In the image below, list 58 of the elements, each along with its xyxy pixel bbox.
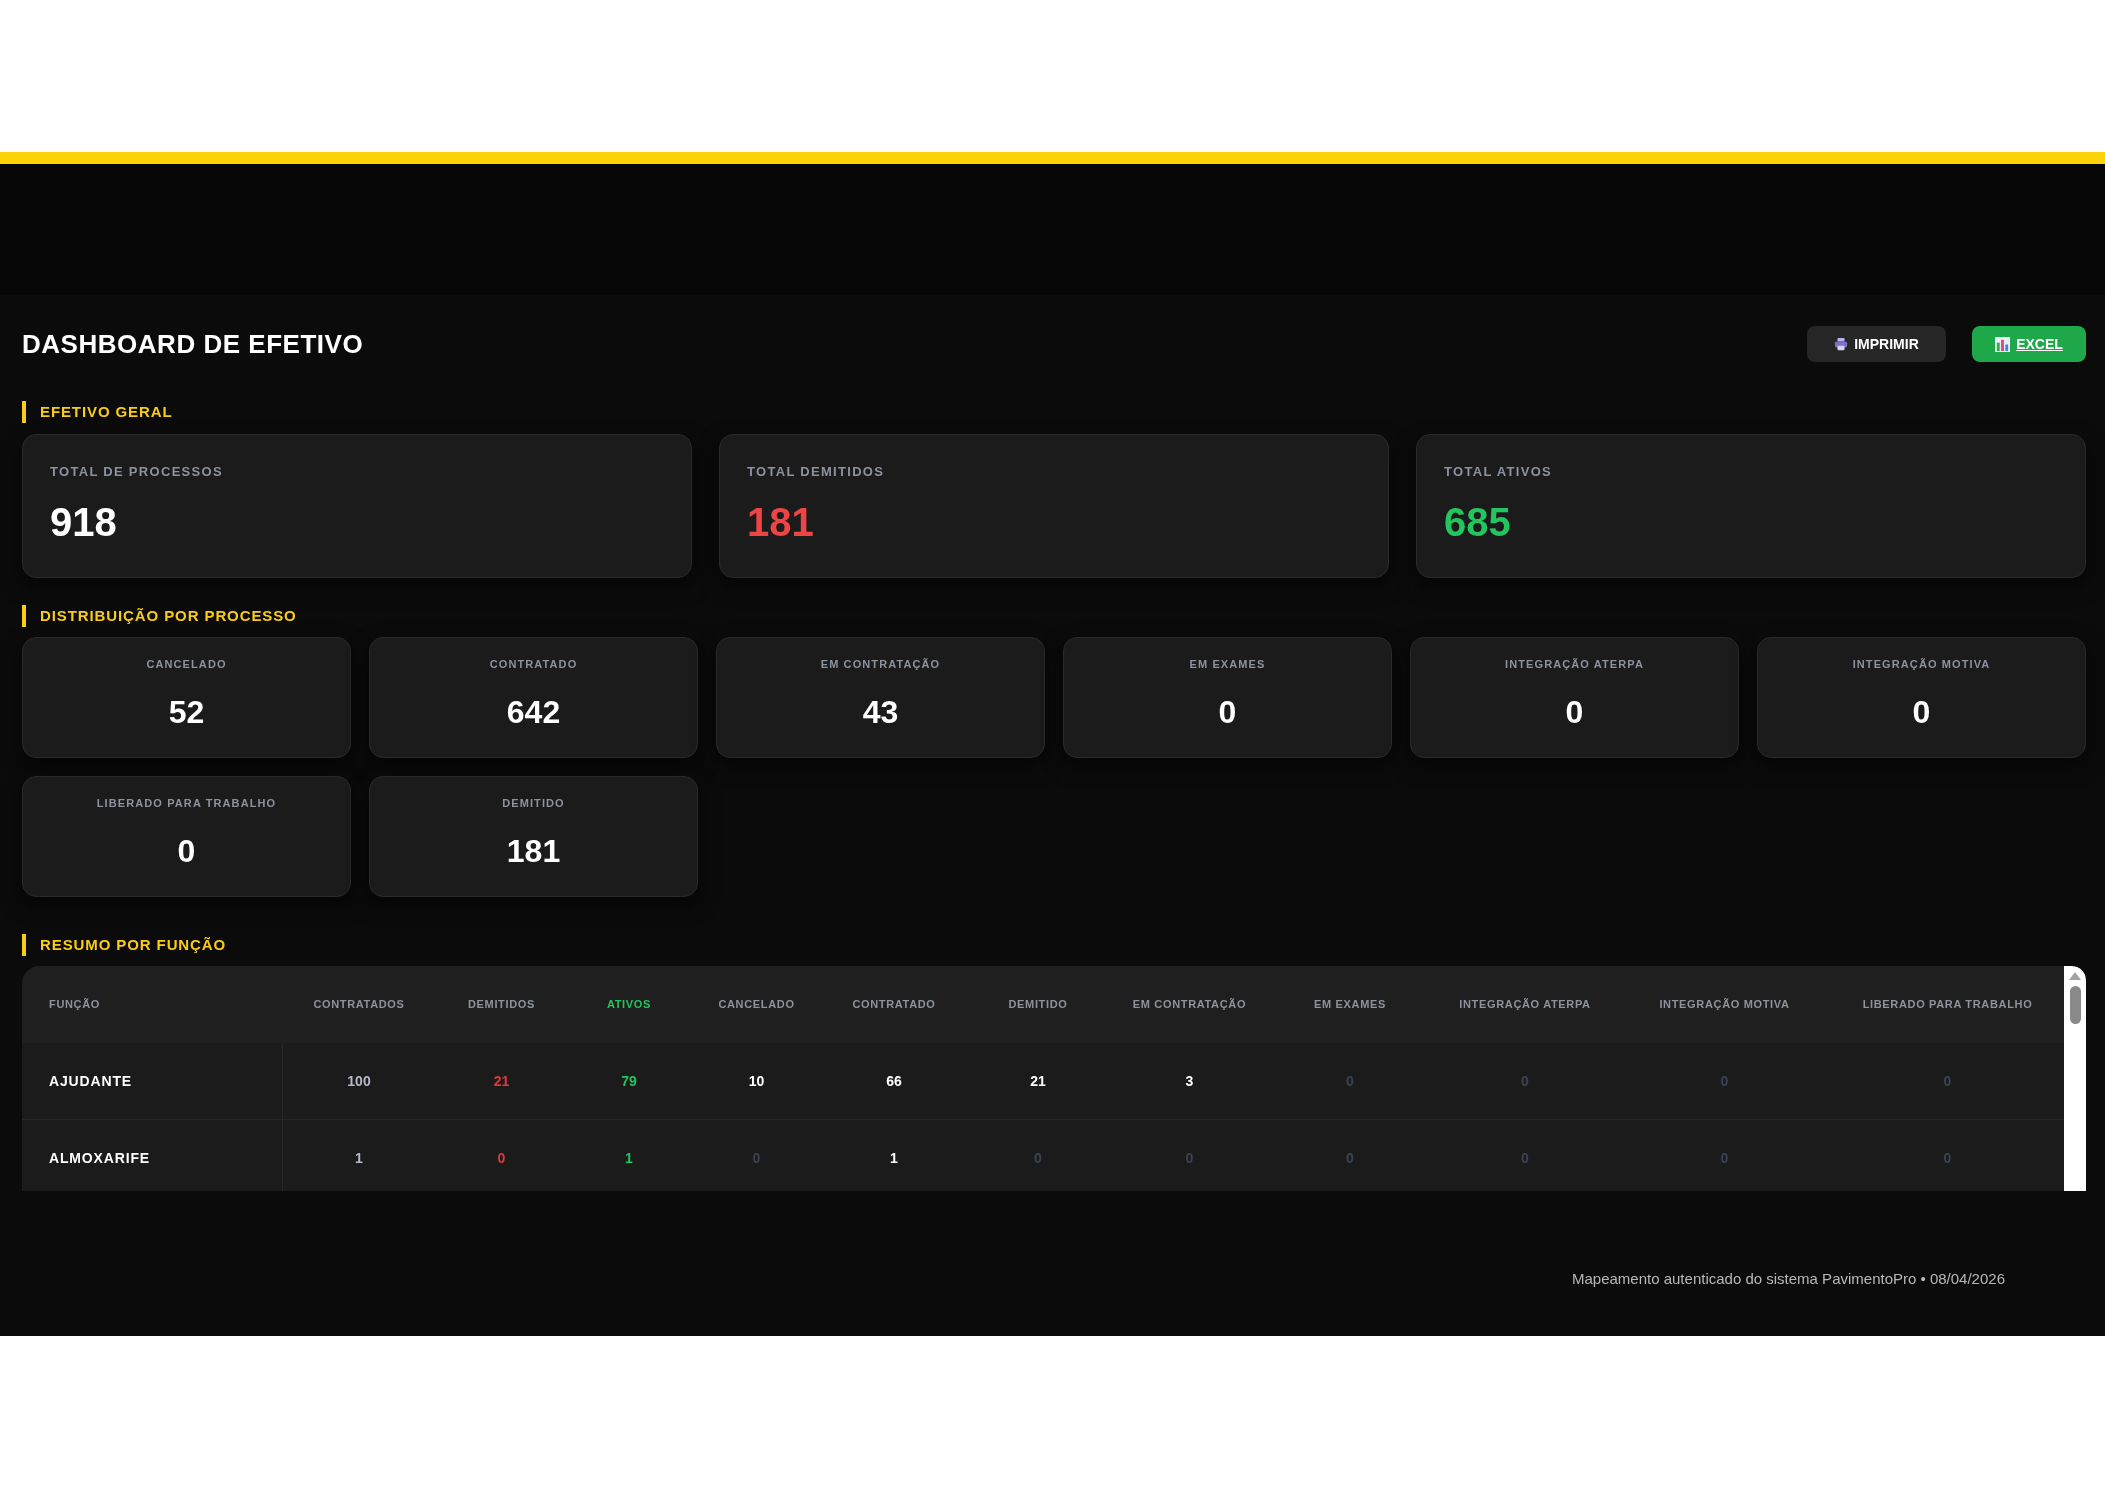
column-header: FUNÇÃO	[49, 997, 100, 1013]
card-value: 0	[177, 833, 196, 869]
card-label: EM EXAMES	[1189, 657, 1266, 671]
column-header: ATIVOS	[606, 997, 652, 1013]
card-label: TOTAL ATIVOS	[1444, 464, 1553, 480]
column-header: DEMITIDOS	[467, 997, 536, 1013]
card-label: EM CONTRATAÇÃO	[820, 657, 941, 671]
card-value: 0	[1218, 694, 1237, 730]
table-cell-text: 1	[624, 1148, 634, 1168]
section-heading: EFETIVO GERAL	[22, 400, 173, 423]
card-label: DEMITIDO	[502, 796, 565, 810]
table-cell-text: 1	[354, 1148, 364, 1168]
table-cell-text: 0	[496, 1148, 507, 1168]
footer-text: Mapeamento autenticado do sistema PavimentoPro • 08/04/2026	[1571, 1269, 2005, 1289]
table-cell: AJUDANTE	[22, 1043, 283, 1119]
card-label: CANCELADO	[146, 657, 227, 671]
column-header: EM EXAMES	[1314, 997, 1386, 1013]
card-value: 918	[50, 500, 117, 544]
card-label: LIBERADO PARA TRABALHO	[96, 796, 277, 810]
column-header: DEMITIDO	[1008, 997, 1068, 1013]
scroll-up-arrow-icon	[2069, 972, 2081, 980]
column-header: LIBERADO PARA TRABALHO	[1862, 997, 2033, 1013]
card-value: 181	[506, 833, 561, 869]
column-header: INTEGRAÇÃO MOTIVA	[1659, 997, 1790, 1013]
table-cell-text: 1	[889, 1148, 899, 1168]
card-label: INTEGRAÇÃO ATERPA	[1505, 657, 1644, 671]
card-value: 685	[1444, 500, 1511, 544]
card-label: CONTRATADO	[489, 657, 578, 671]
column-header: CONTRATADO	[852, 997, 936, 1013]
table-cell-text: 79	[620, 1071, 638, 1091]
print-button[interactable]: IMPRIMIR	[1807, 326, 1946, 362]
column-header: CONTRATADOS	[313, 997, 405, 1013]
card-value: 181	[747, 500, 814, 544]
table-cell-text: 21	[1029, 1071, 1047, 1091]
bar-chart-icon	[1995, 336, 2011, 352]
section-heading: RESUMO POR FUNÇÃO	[22, 933, 227, 956]
table-cell-text: 21	[492, 1071, 511, 1091]
section-heading: DISTRIBUIÇÃO POR PROCESSO	[22, 604, 297, 627]
table-cell-text: 3	[1184, 1071, 1195, 1091]
card-value: 0	[1565, 694, 1584, 730]
column-header: CANCELADO	[718, 997, 795, 1013]
table-cell-text: 100	[346, 1071, 372, 1091]
table-cell-text: 66	[885, 1071, 903, 1091]
card-label: TOTAL DE PROCESSOS	[50, 464, 223, 480]
card-label: INTEGRAÇÃO MOTIVA	[1852, 657, 1991, 671]
printer-icon	[1834, 337, 1849, 351]
scrollbar[interactable]	[2064, 966, 2086, 1191]
column-header: EM CONTRATAÇÃO	[1132, 997, 1247, 1013]
card-value: 0	[1912, 694, 1931, 730]
card-value: 43	[862, 694, 899, 730]
table-cell-text: 10	[747, 1071, 766, 1091]
table-cell: ALMOXARIFE	[22, 1120, 283, 1191]
scrollbar-thumb[interactable]	[2069, 986, 2081, 1024]
column-header: INTEGRAÇÃO ATERPA	[1459, 997, 1591, 1013]
card-label: TOTAL DEMITIDOS	[747, 464, 885, 480]
card-value: 52	[168, 694, 205, 730]
card-value: 642	[506, 694, 561, 730]
page-title: DASHBOARD DE EFETIVO	[22, 327, 364, 361]
